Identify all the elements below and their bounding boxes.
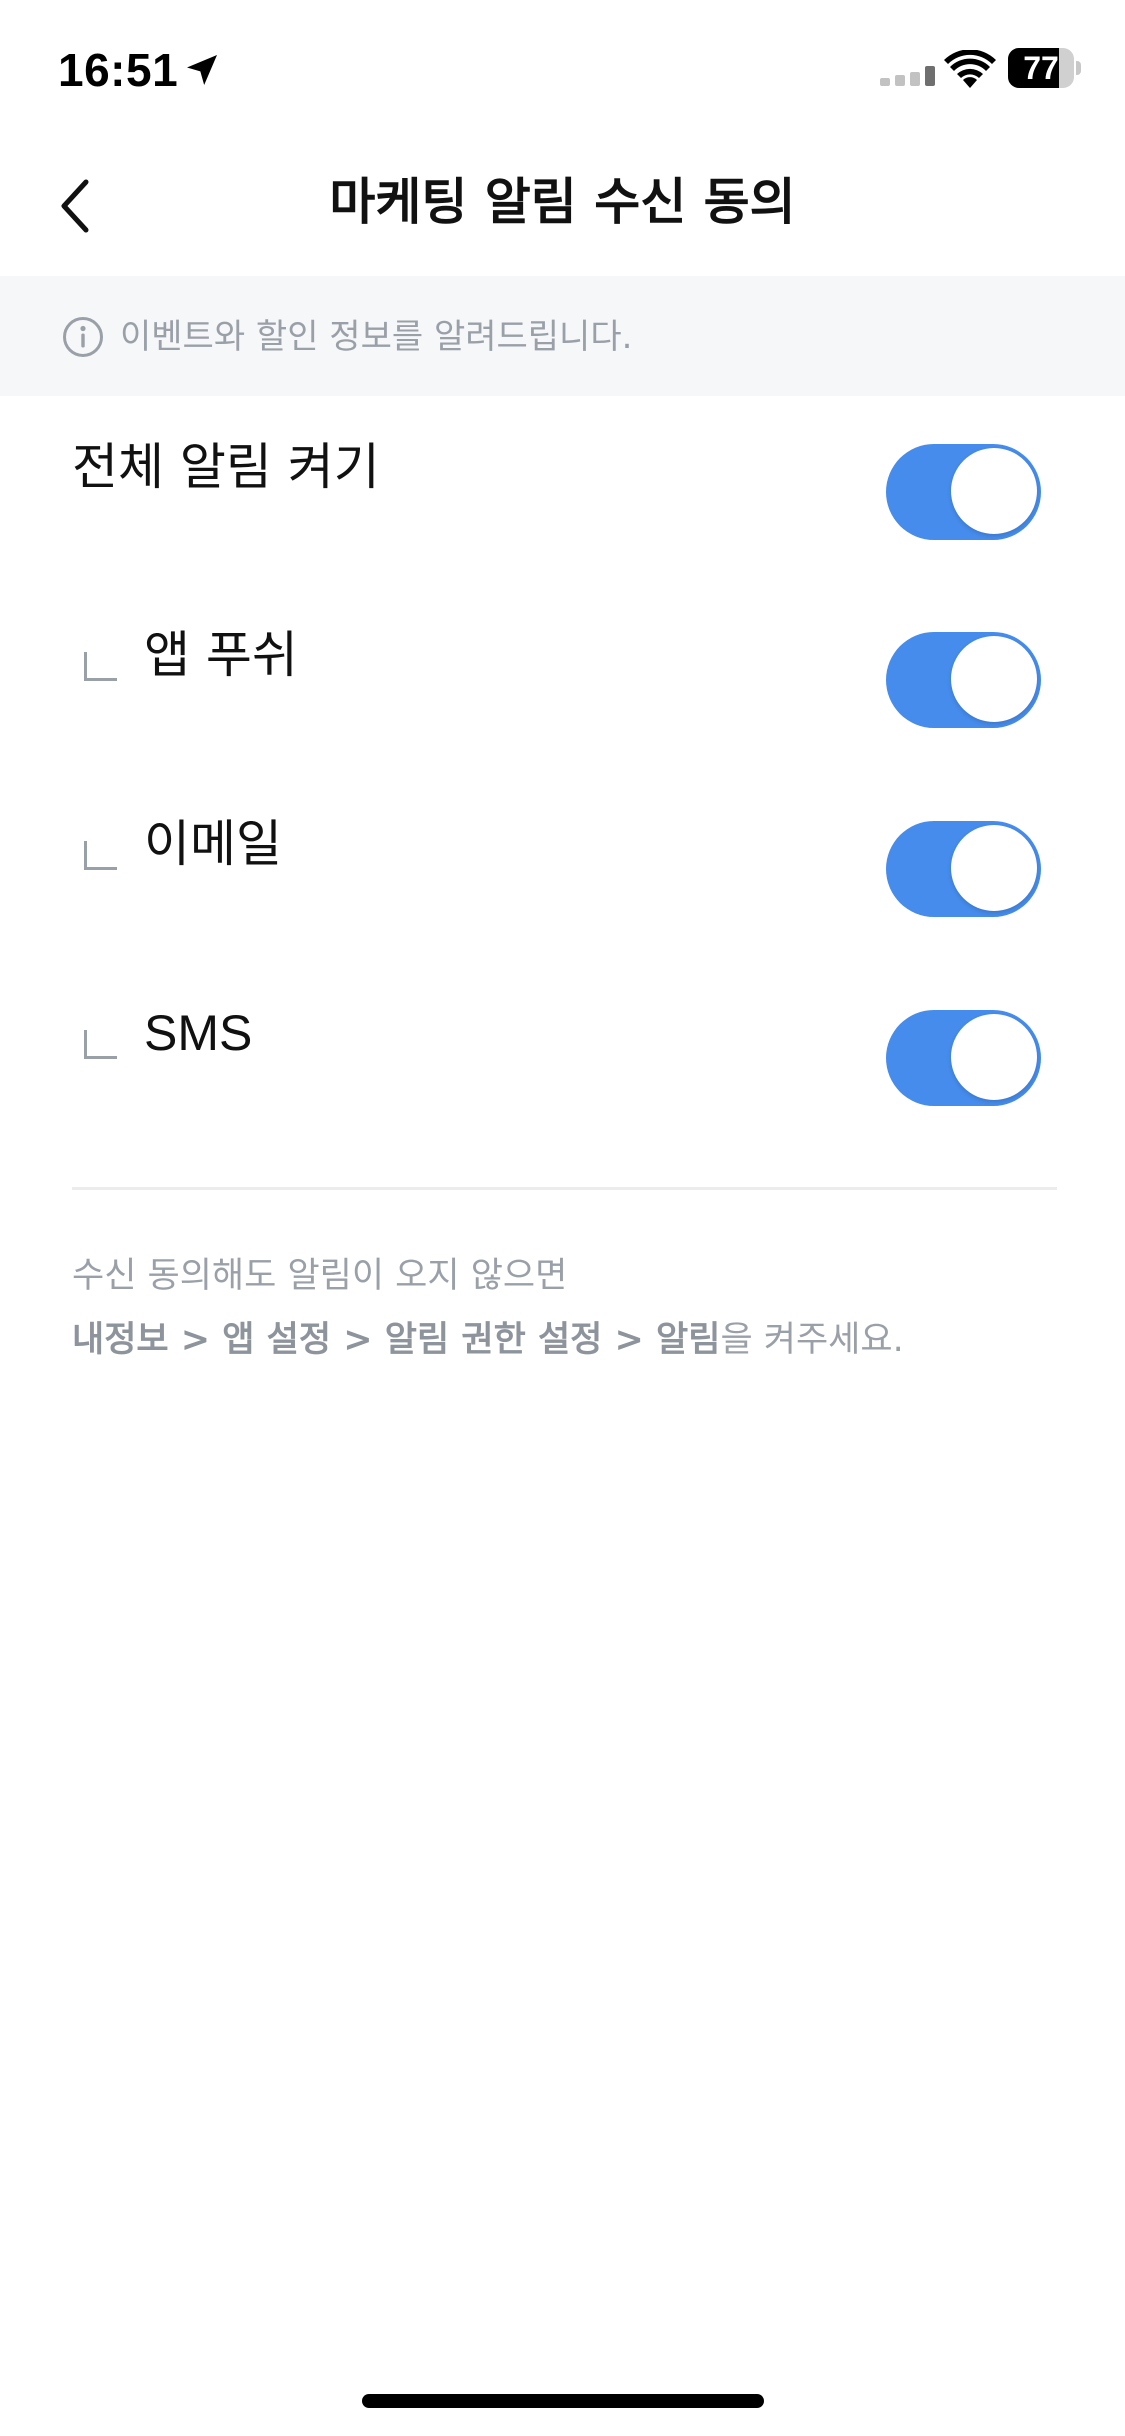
help-text-suffix: 을 켜주세요.: [720, 1320, 904, 1360]
help-text-line2: 내정보 > 앱 설정 > 알림 권한 설정 > 알림을 켜주세요.: [72, 1312, 904, 1368]
sub-item-marker-icon: [84, 1030, 117, 1059]
all-notifications-label: 전체 알림 켜기: [72, 438, 380, 496]
page-title: 마케팅 알림 수신 동의: [329, 173, 796, 231]
sms-toggle[interactable]: [886, 1010, 1041, 1106]
setting-row-sms: SMS: [0, 986, 1125, 1136]
setting-row-app-push: 앱 푸쉬: [0, 608, 1125, 758]
signal-icon: [880, 66, 935, 86]
battery-tip: [1076, 61, 1081, 75]
toggle-knob: [951, 1014, 1037, 1100]
home-indicator: [362, 2394, 764, 2408]
status-time: 16:51: [58, 44, 179, 96]
all-notifications-toggle[interactable]: [886, 444, 1041, 540]
battery-level: 77: [1023, 50, 1059, 86]
app-push-label: 앱 푸쉬: [144, 626, 298, 684]
setting-row-email: 이메일: [0, 797, 1125, 947]
info-circle-icon: [63, 317, 103, 357]
info-text: 이벤트와 할인 정보를 알려드립니다.: [120, 317, 633, 357]
wifi-icon: [944, 50, 996, 88]
location-arrow-icon: [187, 55, 217, 85]
app-push-toggle[interactable]: [886, 632, 1041, 728]
navigation-bar: 마케팅 알림 수신 동의: [0, 140, 1125, 275]
toggle-knob: [951, 825, 1037, 911]
battery-icon: 77: [1008, 48, 1081, 88]
toggle-knob: [951, 636, 1037, 722]
divider: [72, 1187, 1057, 1190]
help-text-line1: 수신 동의해도 알림이 오지 않으면: [72, 1256, 568, 1296]
status-bar: 16:51 77: [0, 0, 1125, 140]
toggle-knob: [951, 448, 1037, 534]
sub-item-marker-icon: [84, 652, 117, 681]
setting-row-all: 전체 알림 켜기: [0, 420, 1125, 570]
sms-label: SMS: [144, 1005, 253, 1061]
info-banner: 이벤트와 할인 정보를 알려드립니다.: [0, 276, 1125, 396]
sub-item-marker-icon: [84, 841, 117, 870]
email-label: 이메일: [144, 815, 282, 873]
settings-path: 내정보 > 앱 설정 > 알림 권한 설정 > 알림: [72, 1320, 721, 1360]
email-toggle[interactable]: [886, 821, 1041, 917]
battery-body: 77: [1008, 48, 1074, 88]
